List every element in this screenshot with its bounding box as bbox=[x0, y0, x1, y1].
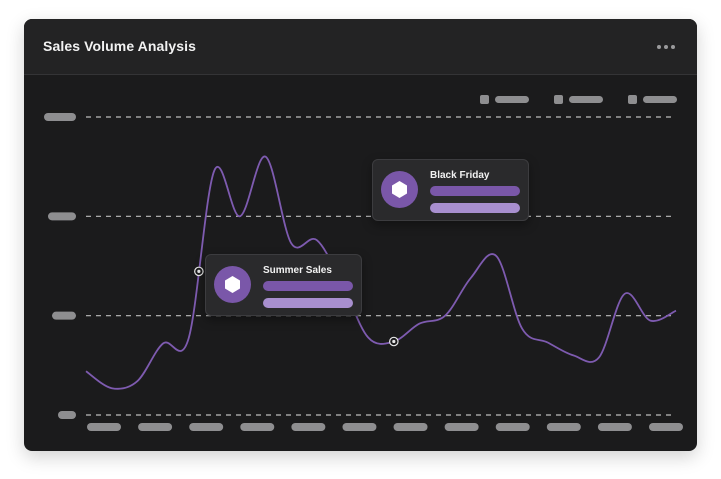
legend-label bbox=[569, 96, 603, 103]
tooltip-title: Black Friday bbox=[430, 170, 490, 181]
legend-label bbox=[495, 96, 529, 103]
y-tick-label bbox=[52, 311, 76, 320]
tooltip-value-bar bbox=[430, 186, 520, 196]
y-tick-label bbox=[48, 212, 76, 221]
tooltip-summer-sales: Summer Sales bbox=[205, 254, 362, 316]
tooltip-value-bar bbox=[430, 203, 520, 213]
line-chart bbox=[44, 95, 683, 431]
hexagon-icon bbox=[214, 266, 251, 303]
x-tick-label bbox=[393, 423, 428, 431]
x-tick-label bbox=[87, 423, 121, 431]
x-tick-label bbox=[649, 423, 683, 431]
legend-swatch bbox=[628, 95, 637, 104]
x-tick-label bbox=[444, 423, 479, 431]
tooltip-black-friday: Black Friday bbox=[372, 159, 529, 221]
y-tick-label bbox=[44, 113, 76, 121]
legend-swatch bbox=[554, 95, 563, 104]
annotation-marker-dot bbox=[197, 269, 201, 273]
tooltip-value-bar bbox=[263, 281, 353, 291]
x-tick-label bbox=[546, 423, 581, 431]
x-tick-label bbox=[342, 423, 377, 431]
x-tick-label bbox=[138, 423, 173, 431]
chart-card: Sales Volume Analysis Summer Sales Black… bbox=[24, 19, 697, 451]
y-tick-label bbox=[58, 411, 76, 419]
tooltip-value-bar bbox=[263, 298, 353, 308]
x-tick-label bbox=[240, 423, 275, 431]
x-tick-label bbox=[189, 423, 224, 431]
tooltip-title: Summer Sales bbox=[263, 265, 332, 276]
annotation-marker-dot bbox=[392, 339, 396, 344]
legend-swatch bbox=[480, 95, 489, 104]
legend-label bbox=[643, 96, 677, 103]
x-tick-label bbox=[597, 423, 632, 431]
hexagon-icon bbox=[381, 171, 418, 208]
x-tick-label bbox=[291, 423, 326, 431]
x-tick-label bbox=[495, 423, 530, 431]
